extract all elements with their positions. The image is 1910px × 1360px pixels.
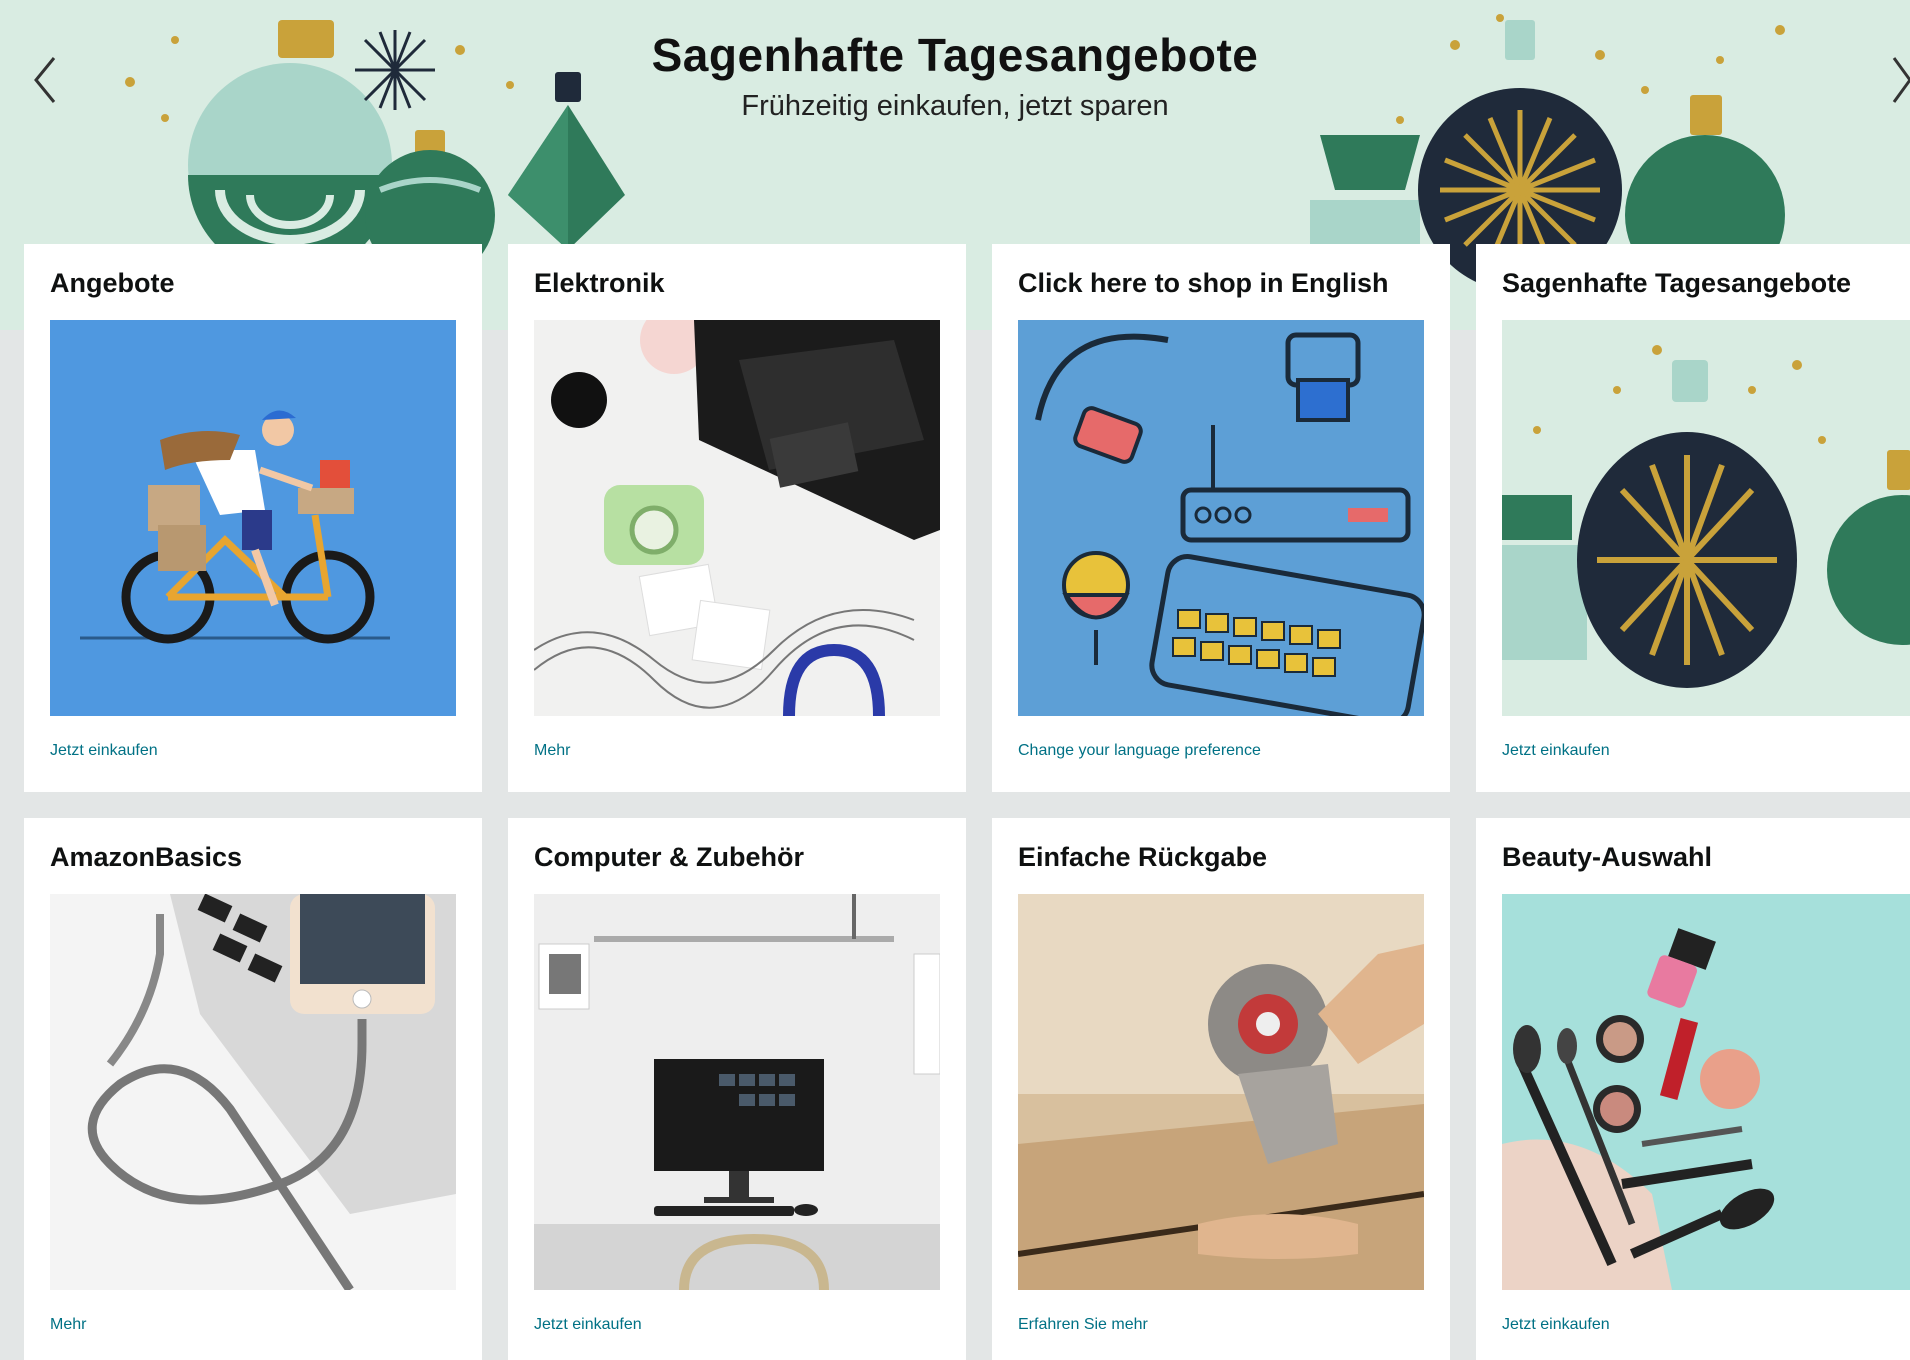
card-title: Sagenhafte Tagesangebote xyxy=(1502,268,1852,298)
hero-title: Sagenhafte Tagesangebote xyxy=(651,29,1259,81)
card-title: Einfache Rückgabe xyxy=(1018,842,1268,872)
card-image-cyclist-delivery[interactable] xyxy=(50,320,456,716)
card-link[interactable]: Mehr xyxy=(534,742,570,760)
card-link[interactable]: Mehr xyxy=(50,1316,86,1334)
card-tagesangebote[interactable]: Sagenhafte Tagesangebote Jetzt einkaufen xyxy=(1476,244,1910,792)
card-link[interactable]: Erfahren Sie mehr xyxy=(1018,1316,1148,1334)
chevron-right-icon xyxy=(1892,57,1910,103)
card-beauty-auswahl[interactable]: Beauty-Auswahl Jetzt einkaufen xyxy=(1476,818,1910,1360)
carousel-next-button[interactable] xyxy=(1890,50,1910,110)
card-link[interactable]: Jetzt einkaufen xyxy=(1502,742,1610,760)
card-computer-zubehoer[interactable]: Computer & Zubehör Jetzt einkaufen xyxy=(508,818,966,1360)
card-link[interactable]: Change your language preference xyxy=(1018,742,1261,760)
card-image-electronics-illustration[interactable] xyxy=(1018,320,1424,716)
card-elektronik[interactable]: Elektronik Mehr xyxy=(508,244,966,792)
card-title: Elektronik xyxy=(534,268,665,298)
card-image-charging-cable[interactable] xyxy=(50,894,456,1290)
card-amazonbasics[interactable]: AmazonBasics Mehr xyxy=(24,818,482,1360)
card-link[interactable]: Jetzt einkaufen xyxy=(534,1316,642,1334)
page: Sagenhafte Tagesangebote Frühzeitig eink… xyxy=(0,0,1910,1360)
card-image-desktop-computer[interactable] xyxy=(534,894,940,1290)
card-title: AmazonBasics xyxy=(50,842,243,872)
card-shop-in-english[interactable]: Click here to shop in English Change you… xyxy=(992,244,1450,792)
card-image-christmas-ornaments[interactable] xyxy=(1502,320,1910,716)
card-link[interactable]: Jetzt einkaufen xyxy=(50,742,158,760)
card-angebote[interactable]: Angebote Jetzt einkaufen xyxy=(24,244,482,792)
card-einfache-rueckgabe[interactable]: Einfache Rückgabe Erfahren Sie mehr xyxy=(992,818,1450,1360)
card-title: Computer & Zubehör xyxy=(534,842,804,872)
card-image-electronics-flatlay[interactable] xyxy=(534,320,940,716)
card-image-makeup[interactable] xyxy=(1502,894,1910,1290)
carousel-prev-button[interactable] xyxy=(28,50,64,110)
card-title: Beauty-Auswahl xyxy=(1502,842,1713,872)
hero-subtitle: Frühzeitig einkaufen, jetzt sparen xyxy=(741,90,1169,122)
card-link[interactable]: Jetzt einkaufen xyxy=(1502,1316,1610,1334)
card-image-tape-dispenser[interactable] xyxy=(1018,894,1424,1290)
card-title: Angebote xyxy=(50,268,175,298)
card-title: Click here to shop in English xyxy=(1018,268,1389,298)
chevron-left-icon xyxy=(34,57,56,103)
